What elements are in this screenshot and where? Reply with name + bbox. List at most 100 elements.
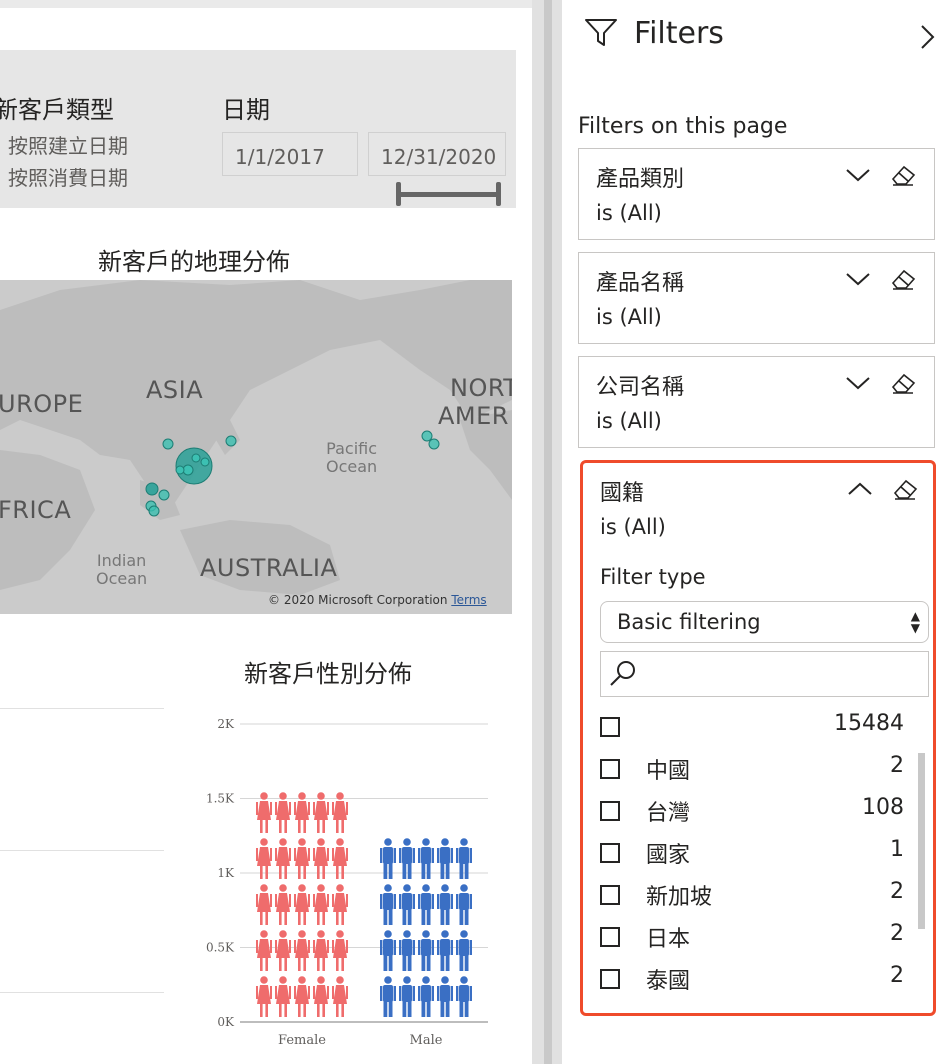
list-item-count: 15484 [834, 711, 904, 736]
map-label-pacific: Pacific Ocean [326, 440, 377, 476]
y-tick-label: 0K [217, 1015, 235, 1029]
female-person-icon [256, 884, 272, 925]
map-label-europe: UROPE [0, 390, 84, 418]
male-person-icon [456, 930, 472, 971]
list-item[interactable]: 台灣 108 [598, 795, 904, 837]
date-slicer-title: 日期 [222, 96, 270, 124]
report-canvas: 新客戶類型 按照建立日期 按照消費日期 日期 1/1/2017 12/31/20… [0, 8, 532, 1064]
list-item[interactable]: 中國 2 [598, 753, 904, 795]
slicer-band: 新客戶類型 按照建立日期 按照消費日期 日期 1/1/2017 12/31/20… [0, 50, 516, 208]
female-person-icon [256, 976, 272, 1017]
male-person-icon [456, 884, 472, 925]
checkbox[interactable] [600, 717, 620, 737]
eraser-icon[interactable] [891, 477, 919, 501]
list-item-count: 1 [890, 837, 904, 862]
list-item-count: 108 [862, 795, 904, 820]
filter-card-summary: is (All) [596, 201, 662, 225]
male-person-icon [437, 976, 453, 1017]
list-item[interactable]: 泰國 2 [598, 963, 904, 1005]
eraser-icon[interactable] [889, 267, 917, 291]
date-range-end-handle[interactable] [496, 182, 501, 206]
list-item-count: 2 [890, 921, 904, 946]
eraser-icon[interactable] [889, 371, 917, 395]
customer-type-option[interactable]: 按照建立日期 [8, 130, 128, 159]
filter-type-value: Basic filtering [617, 610, 761, 634]
map-label-north-america-2: AMER [438, 402, 509, 430]
checkbox[interactable] [600, 885, 620, 905]
map-label-pacific-1: Pacific [326, 439, 378, 458]
funnel-icon [585, 19, 617, 46]
left-chart-gridline [0, 992, 164, 993]
list-item-label: 國家 [646, 843, 691, 868]
filter-pane-title: Filters [634, 16, 724, 51]
filter-card-title: 公司名稱 [596, 375, 685, 400]
list-scrollbar[interactable] [918, 753, 925, 929]
chevron-down-icon[interactable] [845, 271, 871, 287]
date-start-input[interactable]: 1/1/2017 [222, 132, 358, 176]
list-item[interactable]: 日本 2 [598, 921, 904, 963]
checkbox[interactable] [600, 843, 620, 863]
gender-pictogram-chart[interactable]: 0K 0.5K 1K 1.5K 2K Female Male [190, 704, 500, 1054]
chevron-down-icon[interactable] [845, 375, 871, 391]
filters-on-page-label: Filters on this page [578, 114, 788, 139]
map-label-africa: FRICA [0, 496, 72, 524]
filter-type-select[interactable]: Basic filtering ▲ ▼ [600, 601, 929, 643]
list-item[interactable]: 國家 1 [598, 837, 904, 879]
search-input[interactable] [600, 651, 929, 697]
filter-card-summary: is (All) [596, 305, 662, 329]
female-person-icon [332, 884, 348, 925]
female-person-icon [294, 884, 310, 925]
filter-card-summary: is (All) [600, 515, 666, 539]
list-item[interactable]: 新加坡 2 [598, 879, 904, 921]
filter-pane: Filters Filters on this page 產品類別 is (Al… [562, 0, 948, 1064]
list-item-label: 新加坡 [646, 885, 713, 910]
male-person-icon [437, 884, 453, 925]
left-chart-gridline [0, 708, 164, 709]
filter-card-nationality[interactable]: 國籍 is (All) Filter type Basic filtering … [580, 460, 936, 1016]
filter-card-product-category[interactable]: 產品類別 is (All) [578, 148, 935, 240]
chevron-up-icon[interactable] [847, 481, 873, 497]
customer-map[interactable]: UROPE ASIA NORT AMER FRICA AUSTRALIA Pac… [0, 280, 512, 614]
map-label-indian: Indian Ocean [96, 552, 147, 588]
filter-card-product-name[interactable]: 產品名稱 is (All) [578, 252, 935, 344]
list-item-count: 2 [890, 879, 904, 904]
filter-card-company-name[interactable]: 公司名稱 is (All) [578, 356, 935, 448]
map-label-australia: AUSTRALIA [200, 554, 338, 582]
x-category-label: Male [410, 1033, 443, 1048]
female-person-icon [256, 930, 272, 971]
list-item[interactable]: 15484 [598, 711, 904, 753]
x-category-label: Female [278, 1033, 326, 1048]
customer-type-option[interactable]: 按照消費日期 [8, 162, 128, 191]
chevron-down-icon[interactable] [845, 167, 871, 183]
male-person-icon [418, 884, 434, 925]
date-end-input[interactable]: 12/31/2020 [368, 132, 506, 176]
female-person-icon [275, 976, 291, 1017]
map-terms-link[interactable]: Terms [451, 593, 486, 607]
y-tick-label: 2K [217, 717, 235, 731]
filter-card-title: 產品類別 [596, 167, 685, 192]
male-person-icon [437, 930, 453, 971]
left-chart-gridline [0, 850, 164, 851]
select-arrows-icon: ▲ ▼ [910, 609, 920, 635]
female-person-icon [294, 930, 310, 971]
date-range-start-handle[interactable] [396, 182, 401, 206]
filter-card-summary: is (All) [596, 409, 662, 433]
checkbox[interactable] [600, 801, 620, 821]
canvas-scrollbar-gutter [532, 0, 562, 1064]
map-label-north-america: NORT [450, 374, 512, 402]
map-title: 新客戶的地理分佈 [98, 248, 290, 276]
map-copyright-text: © 2020 Microsoft Corporation [268, 593, 448, 607]
checkbox[interactable] [600, 969, 620, 989]
chevron-right-icon[interactable] [918, 24, 936, 50]
canvas-scrollbar[interactable] [544, 0, 552, 1064]
checkbox[interactable] [600, 759, 620, 779]
search-icon [610, 661, 635, 686]
female-person-icon [313, 976, 329, 1017]
female-person-icon [332, 930, 348, 971]
male-person-icon [380, 930, 396, 971]
map-label-asia: ASIA [146, 376, 204, 404]
eraser-icon[interactable] [889, 163, 917, 187]
male-person-icon [380, 884, 396, 925]
checkbox[interactable] [600, 927, 620, 947]
female-person-icon [313, 930, 329, 971]
